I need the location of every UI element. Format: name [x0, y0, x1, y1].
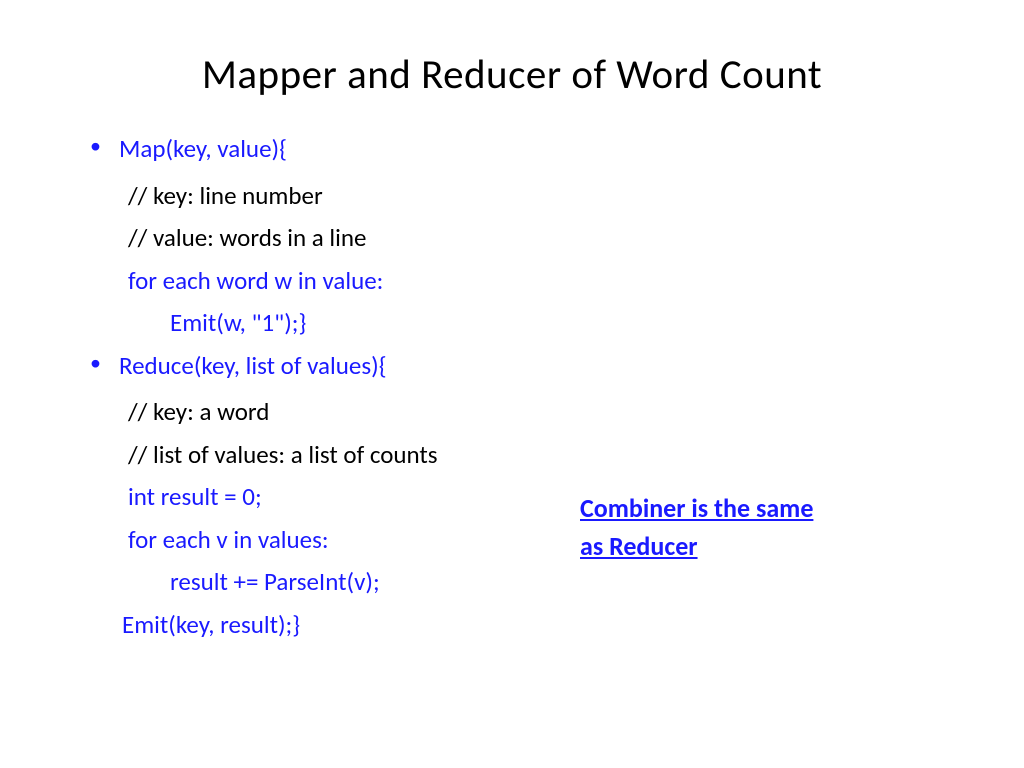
map-loop: for each word w in value:: [80, 260, 944, 303]
reduce-init: int result = 0;: [80, 476, 944, 519]
map-header: Map(key, value){: [119, 128, 287, 171]
note-line-1: Combiner is the same: [580, 490, 813, 528]
note-line-2: as Reducer: [580, 528, 813, 566]
map-comment-value: // value: words in a line: [80, 217, 944, 260]
map-bullet-row: • Map(key, value){: [80, 128, 944, 171]
slide-title: Mapper and Reducer of Word Count: [80, 50, 944, 100]
bullet-icon: •: [90, 345, 101, 380]
map-emit: Emit(w, "1");}: [80, 302, 944, 345]
reduce-comment-key: // key: a word: [80, 391, 944, 434]
reduce-bullet-row: • Reduce(key, list of values){: [80, 345, 944, 388]
reduce-loop: for each v in values:: [80, 519, 944, 562]
combiner-note: Combiner is the same as Reducer: [580, 490, 813, 565]
slide-content: • Map(key, value){ // key: line number /…: [80, 128, 944, 646]
bullet-icon: •: [90, 128, 101, 163]
reduce-body: result += ParseInt(v);: [80, 561, 944, 604]
reduce-emit: Emit(key, result);}: [80, 604, 944, 647]
reduce-comment-values: // list of values: a list of counts: [80, 434, 944, 477]
slide: Mapper and Reducer of Word Count • Map(k…: [0, 0, 1024, 768]
map-comment-key: // key: line number: [80, 175, 944, 218]
reduce-header: Reduce(key, list of values){: [119, 345, 387, 388]
